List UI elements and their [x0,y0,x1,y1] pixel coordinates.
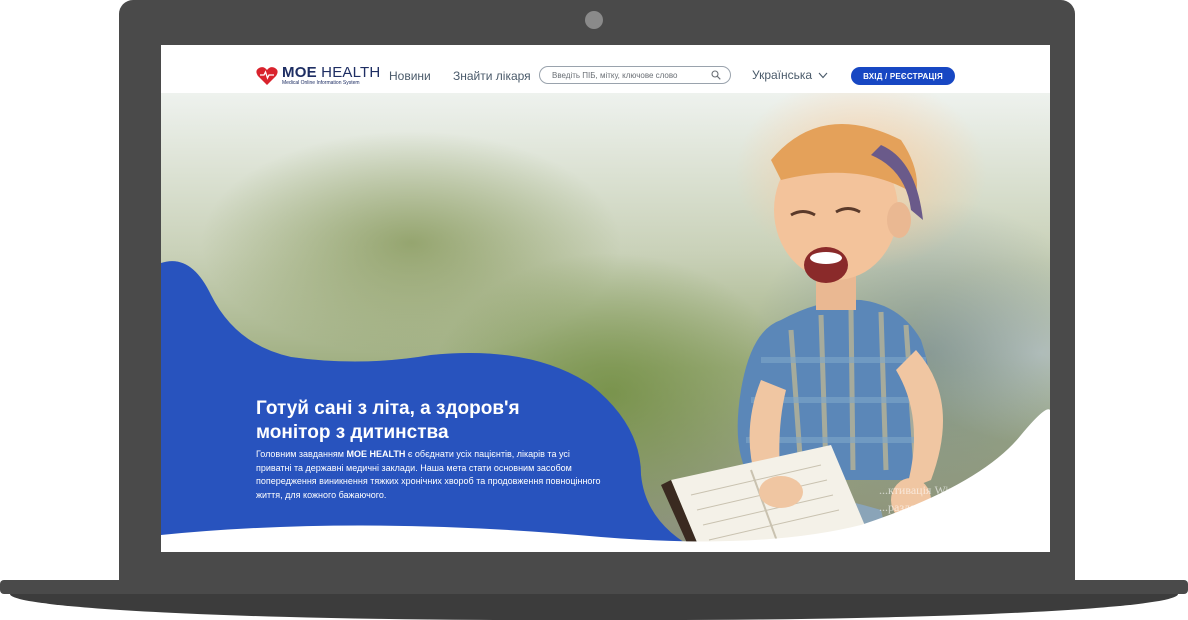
heart-icon [256,67,278,85]
logo-name-thin: HEALTH [321,64,381,81]
logo-subtitle: Medical Online Information System [282,80,360,86]
site-header: MOE HEALTH Medical Online Information Sy… [161,45,1050,107]
search-box[interactable] [539,66,731,84]
hero-title-line1: Готуй сані з літа, а здоров'я [256,398,520,419]
moe-health-logo[interactable]: MOE HEALTH Medical Online Information Sy… [256,63,380,89]
watermark-line2: ...разделу "Настройки", [879,500,999,514]
hero-description: Головним завданням MOE HEALTH є обєднати… [256,448,601,502]
chevron-down-icon [818,72,828,78]
nav-find-doctor-link[interactable]: Знайти лікаря [453,69,531,83]
laptop-base-bottom [10,594,1178,620]
logo-name-bold: MOE [282,64,317,81]
search-icon[interactable] [711,70,721,80]
login-register-button[interactable]: ВХІД / РЕЄСТРАЦІЯ [851,67,955,85]
hero-text-before: Головним завданням [256,449,347,459]
hero-text-brand: MOE HEALTH [346,449,406,459]
hero-title-line2: монітор з дитинства [256,422,449,443]
watermark-line3: ...ировать Windows. [879,517,980,531]
windows-activation-watermark: ...ктивація Windows ...разделу "Настройк… [879,482,998,533]
search-input[interactable] [552,69,707,81]
hero-title: Готуй сані з літа, а здоров'я монітор з … [256,397,576,445]
laptop-base [0,580,1188,594]
watermark-line1: ...ктивація Windows [879,483,980,497]
webcam [585,11,603,29]
nav-news-link[interactable]: Новини [389,69,431,83]
language-selected: Українська [752,68,813,82]
language-selector[interactable]: Українська [752,68,828,82]
screen: MOE HEALTH Medical Online Information Sy… [161,45,1050,552]
